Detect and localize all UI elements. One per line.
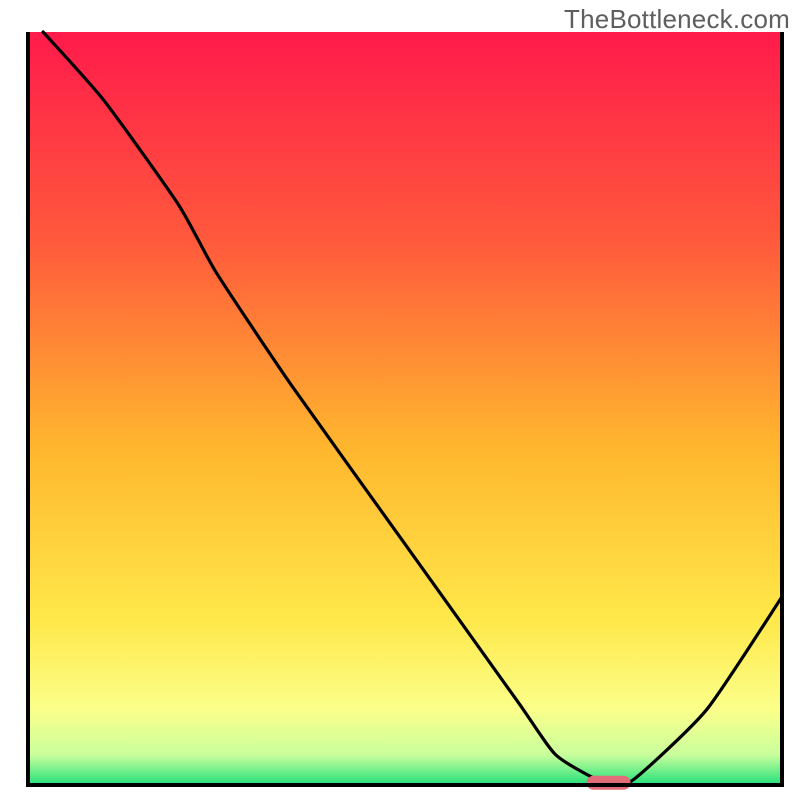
gradient-background (28, 32, 782, 785)
watermark-text: TheBottleneck.com (564, 4, 790, 35)
bottleneck-chart: TheBottleneck.com (0, 0, 800, 800)
optimal-marker (587, 776, 631, 790)
chart-svg (0, 0, 800, 800)
